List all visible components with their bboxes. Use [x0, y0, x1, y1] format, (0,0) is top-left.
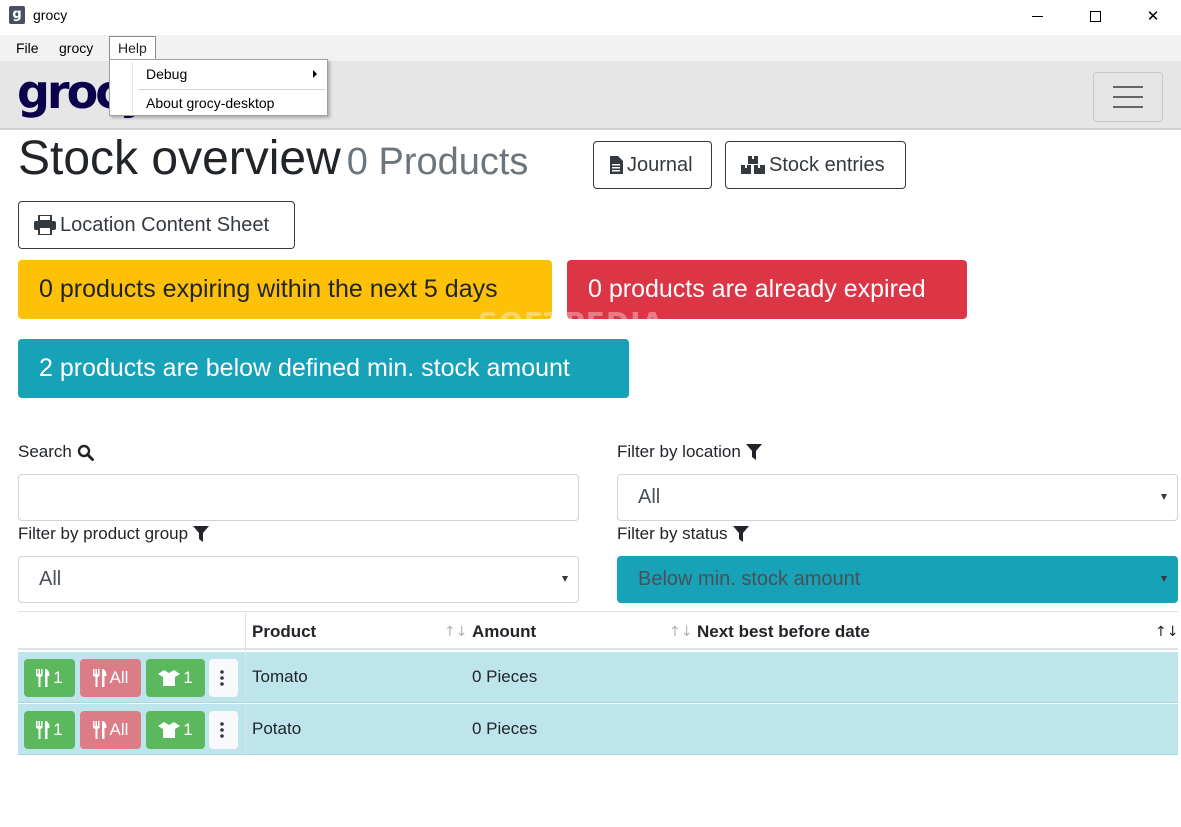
journal-label: Journal	[627, 153, 693, 176]
minimize-icon	[1031, 15, 1043, 17]
status-filter-select[interactable]: Below min. stock amount	[617, 556, 1178, 603]
column-header-product[interactable]: Product	[252, 622, 316, 642]
consume-all-label: All	[109, 720, 129, 739]
print-icon	[34, 215, 56, 235]
page-title-text: Stock overview	[18, 132, 341, 185]
product-amount: 0 Pieces	[472, 667, 538, 686]
utensils-icon	[92, 721, 107, 739]
location-filter-value: All	[638, 486, 661, 508]
product-group-filter-label-text: Filter by product group	[18, 524, 189, 543]
search-label-text: Search	[18, 442, 72, 461]
consume-one-label: 1	[53, 668, 63, 687]
search-label: Search	[18, 442, 94, 462]
stock-entries-label: Stock entries	[769, 153, 885, 176]
status-filter-label-text: Filter by status	[617, 524, 728, 543]
help-dropdown-menu: Debug About grocy-desktop	[109, 59, 328, 116]
location-filter-label-text: Filter by location	[617, 442, 741, 461]
location-content-sheet-button[interactable]: Location Content Sheet	[18, 201, 295, 249]
consume-one-button[interactable]: 1	[24, 711, 75, 749]
menu-separator	[138, 89, 326, 90]
chevron-down-icon	[1161, 494, 1167, 500]
ellipsis-vertical-icon	[220, 670, 224, 686]
minimize-button[interactable]	[1008, 0, 1066, 32]
location-filter-label: Filter by location	[617, 442, 762, 462]
location-filter-select[interactable]: All	[617, 474, 1178, 521]
utensils-icon	[36, 669, 50, 687]
close-button[interactable]: ✕	[1124, 0, 1181, 32]
page-title: Stock overview 0 Products	[18, 131, 528, 186]
product-amount: 0 Pieces	[472, 719, 538, 738]
open-one-label: 1	[183, 668, 193, 687]
maximize-icon	[1089, 10, 1101, 22]
hamburger-icon	[1113, 86, 1143, 88]
open-one-button[interactable]: 1	[146, 711, 205, 749]
maximize-button[interactable]	[1066, 0, 1124, 32]
search-input[interactable]	[18, 474, 579, 521]
boxes-icon	[741, 156, 765, 174]
product-name[interactable]: Potato	[252, 719, 301, 739]
row-actions: 1 All 1	[18, 704, 245, 755]
box-open-icon	[158, 670, 181, 686]
chevron-down-icon	[1161, 576, 1167, 582]
product-group-filter-select[interactable]: All	[18, 556, 579, 603]
hamburger-icon	[1113, 106, 1143, 108]
column-header-amount[interactable]: Amount	[472, 622, 536, 642]
box-open-icon	[158, 722, 181, 738]
consume-one-button[interactable]: 1	[24, 659, 75, 697]
sort-icon[interactable]: ↑↓	[669, 624, 692, 640]
table-row: 1 All 1 Tomato 0 Pieces	[18, 652, 1178, 703]
search-icon	[77, 444, 94, 461]
journal-button[interactable]: Journal	[593, 141, 712, 189]
hamburger-button[interactable]	[1093, 72, 1163, 122]
menu-grocy[interactable]: grocy	[51, 37, 101, 60]
filter-icon	[193, 525, 210, 542]
close-icon: ✕	[1146, 7, 1160, 25]
hamburger-icon	[1113, 96, 1143, 98]
window-title: grocy	[33, 7, 68, 23]
menu-item-debug[interactable]: Debug	[146, 66, 187, 82]
column-divider	[245, 611, 246, 755]
more-options-button[interactable]	[209, 711, 238, 749]
product-group-filter-label: Filter by product group	[18, 524, 210, 544]
open-one-button[interactable]: 1	[146, 659, 205, 697]
open-one-label: 1	[183, 720, 193, 739]
stock-entries-button[interactable]: Stock entries	[725, 141, 906, 189]
menu-bar: File grocy	[0, 35, 1181, 61]
product-name[interactable]: Tomato	[252, 667, 308, 687]
sort-icon[interactable]: ↑↓	[1155, 624, 1178, 640]
consume-all-label: All	[109, 668, 129, 687]
watermark-logo: SOFTPEDIA	[478, 306, 665, 339]
product-count: 0 Products	[346, 141, 529, 183]
utensils-icon	[92, 669, 107, 687]
ellipsis-vertical-icon	[220, 722, 224, 738]
consume-all-button[interactable]: All	[80, 659, 141, 697]
table-header: Product ↑↓ Amount ↑↓ Next best before da…	[18, 611, 1178, 650]
product-group-filter-value: All	[39, 568, 62, 590]
filter-icon	[745, 443, 762, 460]
sort-icon[interactable]: ↑↓	[444, 624, 467, 640]
consume-one-label: 1	[53, 720, 63, 739]
app-icon: g	[9, 6, 25, 24]
expiring-alert[interactable]: 0 products expiring within the next 5 da…	[18, 260, 552, 319]
below-min-stock-alert[interactable]: 2 products are below defined min. stock …	[18, 339, 629, 398]
submenu-arrow-icon	[313, 70, 317, 78]
status-filter-label: Filter by status	[617, 524, 749, 544]
menu-item-about[interactable]: About grocy-desktop	[146, 95, 274, 111]
title-bar: g grocy ✕	[0, 0, 1181, 32]
filter-icon	[732, 525, 749, 542]
row-actions: 1 All 1	[18, 652, 245, 703]
chevron-down-icon	[562, 576, 568, 582]
table-row: 1 All 1 Potato 0 Pieces	[18, 704, 1178, 755]
utensils-icon	[36, 721, 50, 739]
file-icon	[610, 156, 623, 174]
column-header-next-best-before[interactable]: Next best before date	[697, 622, 870, 642]
status-filter-value: Below min. stock amount	[638, 568, 861, 590]
location-content-sheet-label: Location Content Sheet	[60, 213, 270, 236]
menu-gutter	[132, 62, 133, 114]
more-options-button[interactable]	[209, 659, 238, 697]
consume-all-button[interactable]: All	[80, 711, 141, 749]
menu-file[interactable]: File	[8, 37, 47, 60]
